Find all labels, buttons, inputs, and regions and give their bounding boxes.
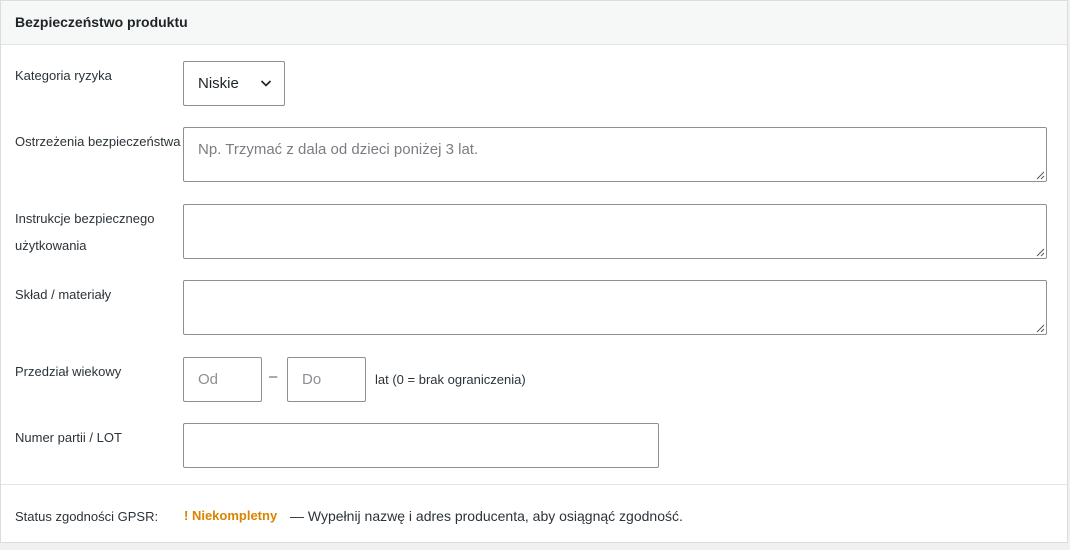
safety-warnings-textarea[interactable]: Np. Trzymać z dala od dzieci poniżej 3 l… [183, 127, 1047, 182]
chevron-down-icon [260, 80, 272, 87]
safety-warnings-placeholder: Np. Trzymać z dala od dzieci poniżej 3 l… [198, 141, 479, 158]
resize-handle-icon[interactable] [1035, 247, 1045, 257]
safe-use-textarea[interactable] [183, 204, 1047, 259]
age-to-placeholder: Do [302, 371, 322, 388]
age-range-note: lat (0 = brak ograniczenia) [375, 372, 526, 387]
age-range-label: Przedział wiekowy [15, 364, 122, 379]
composition-label: Skład / materiały [15, 287, 112, 302]
panel-header: Bezpieczeństwo produktu [1, 1, 1067, 45]
resize-handle-icon[interactable] [1035, 170, 1045, 180]
safe-use-label-line1: Instrukcje bezpiecznego [15, 211, 155, 226]
batch-number-label: Numer partii / LOT [15, 430, 122, 445]
status-divider [1, 484, 1067, 485]
safe-use-label-line2: użytkowania [15, 238, 87, 253]
age-from-placeholder: Od [198, 371, 219, 388]
composition-textarea[interactable] [183, 280, 1047, 335]
panel-title: Bezpieczeństwo produktu [15, 13, 188, 30]
status-badge: ! Niekompletny [184, 508, 278, 523]
risk-category-select[interactable]: Niskie [183, 61, 285, 106]
age-range-separator: – [269, 368, 278, 385]
risk-category-label: Kategoria ryzyka [15, 68, 112, 83]
age-from-input[interactable]: Od [183, 357, 262, 402]
product-safety-panel: Bezpieczeństwo produktu Kategoria ryzyka… [0, 0, 1068, 543]
batch-number-input[interactable] [183, 423, 659, 468]
safety-warnings-label: Ostrzeżenia bezpieczeństwa [15, 134, 181, 149]
risk-category-value: Niskie [198, 75, 239, 92]
resize-handle-icon[interactable] [1035, 323, 1045, 333]
gpsr-status-label: Status zgodności GPSR: [15, 509, 159, 524]
age-to-input[interactable]: Do [287, 357, 366, 402]
status-message: — Wypełnij nazwę i adres producenta, aby… [290, 508, 683, 524]
